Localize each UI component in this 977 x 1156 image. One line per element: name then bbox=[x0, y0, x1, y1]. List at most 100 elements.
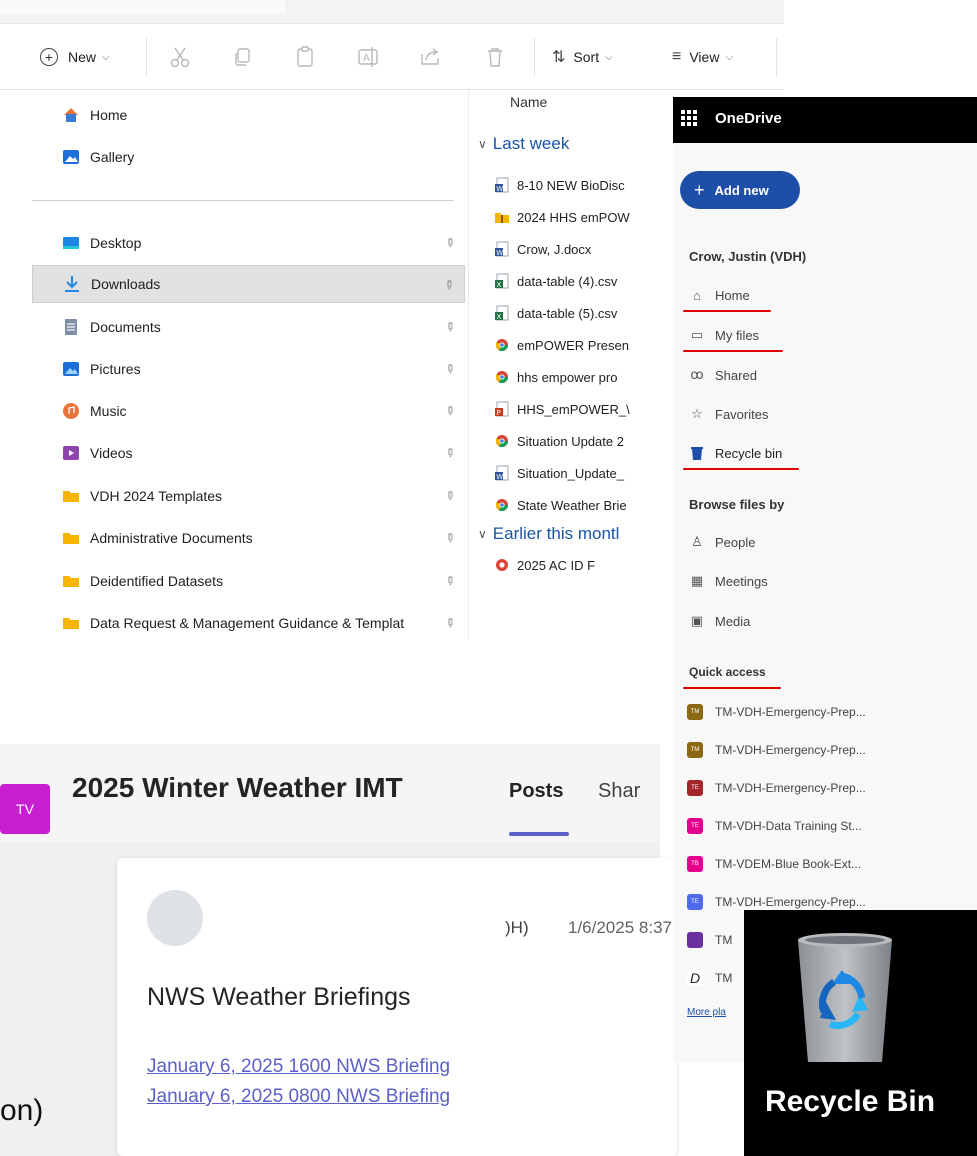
quick-access-item[interactable]: TB TM-VDEM-Blue Book-Ext... bbox=[687, 853, 861, 875]
file-row[interactable]: State Weather Brie bbox=[494, 494, 627, 516]
file-row[interactable]: X data-table (5).csv bbox=[494, 302, 617, 324]
file-row[interactable]: X data-table (4).csv bbox=[494, 270, 617, 292]
gallery-icon bbox=[63, 150, 79, 164]
text-fragment: on) bbox=[0, 1094, 44, 1127]
pictures-icon bbox=[63, 362, 79, 376]
pin-icon[interactable]: ✎ bbox=[441, 444, 458, 461]
column-header-name[interactable]: Name bbox=[510, 94, 547, 110]
pin-icon[interactable]: ✎ bbox=[441, 318, 458, 335]
more-places-link[interactable]: More pla bbox=[687, 1007, 726, 1018]
quick-access-item[interactable]: TE TM-VDH-Emergency-Prep... bbox=[687, 777, 866, 799]
onedrive-nav-home[interactable]: ⌂ Home bbox=[689, 283, 750, 307]
file-row[interactable]: 2025 AC ID F bbox=[494, 554, 595, 576]
briefing-link[interactable]: January 6, 2025 0800 NWS Briefing bbox=[147, 1086, 450, 1108]
nav-item-folder[interactable]: VDH 2024 Templates ✎ bbox=[32, 477, 465, 515]
toolbar-divider bbox=[776, 38, 777, 76]
desktop-icon bbox=[63, 237, 79, 249]
file-row[interactable]: W 8-10 NEW BioDisc bbox=[494, 174, 625, 196]
star-icon: ☆ bbox=[691, 406, 703, 421]
browse-meetings[interactable]: ▦ Meetings bbox=[689, 569, 768, 593]
file-row[interactable]: 2024 HHS emPOW bbox=[494, 206, 630, 228]
pin-icon[interactable]: ✎ bbox=[441, 487, 458, 504]
pin-icon[interactable]: ✎ bbox=[441, 614, 458, 631]
quick-access-item[interactable]: TM TM-VDH-Emergency-Prep... bbox=[687, 701, 866, 723]
app-launcher-icon[interactable] bbox=[681, 110, 697, 126]
browse-people[interactable]: ♙ People bbox=[689, 530, 755, 554]
onedrive-nav-favorites[interactable]: ☆ Favorites bbox=[689, 402, 768, 426]
nav-item-pictures[interactable]: Pictures ✎ bbox=[32, 350, 465, 388]
nav-item-folder[interactable]: Administrative Documents ✎ bbox=[32, 519, 465, 557]
nav-item-folder[interactable]: Deidentified Datasets ✎ bbox=[32, 562, 465, 600]
file-row[interactable]: W Crow, J.docx bbox=[494, 238, 591, 260]
chevron-down-icon: ⌵ bbox=[725, 51, 734, 63]
pin-icon[interactable]: ✎ bbox=[441, 402, 458, 419]
quick-access-item[interactable]: TM bbox=[687, 929, 732, 951]
svg-text:P: P bbox=[497, 409, 501, 417]
pane-splitter[interactable] bbox=[468, 90, 469, 640]
quick-access-item[interactable]: TM TM-VDH-Emergency-Prep... bbox=[687, 739, 866, 761]
sort-button[interactable]: ⇅ Sort ⌵ bbox=[552, 24, 613, 90]
delete-icon[interactable] bbox=[482, 44, 508, 70]
tab-posts[interactable]: Posts bbox=[509, 780, 563, 803]
onedrive-nav-shared[interactable]: ꝏ Shared bbox=[689, 363, 757, 387]
file-row[interactable]: emPOWER Presen bbox=[494, 334, 629, 356]
tab-shared[interactable]: Shar bbox=[598, 780, 640, 803]
rename-icon[interactable]: A bbox=[355, 44, 381, 70]
nav-item-documents[interactable]: Documents ✎ bbox=[32, 308, 465, 346]
file-name: HHS_emPOWER_\ bbox=[517, 401, 630, 417]
cut-icon[interactable] bbox=[167, 44, 193, 70]
user-name: Crow, Justin (VDH) bbox=[689, 249, 807, 264]
nav-item-folder[interactable]: Data Request & Management Guidance & Tem… bbox=[32, 604, 465, 640]
file-row[interactable]: hhs empower pro bbox=[494, 366, 617, 388]
folder-outline-icon: ▭ bbox=[690, 327, 704, 342]
nav-item-label: VDH 2024 Templates bbox=[90, 488, 223, 504]
team-avatar[interactable]: TV bbox=[0, 784, 50, 834]
add-new-button[interactable]: + Add new bbox=[680, 171, 800, 209]
pin-icon[interactable]: ✎ bbox=[441, 572, 458, 589]
browse-media[interactable]: ▣ Media bbox=[689, 609, 751, 633]
music-icon bbox=[63, 403, 79, 419]
nav-item-gallery[interactable]: Gallery bbox=[32, 138, 465, 176]
folder-icon bbox=[63, 618, 79, 629]
pin-icon[interactable]: ✎ bbox=[441, 529, 458, 546]
group-header-earlier-this-month[interactable]: ∨ Earlier this montl bbox=[478, 524, 619, 544]
onedrive-nav-label: Home bbox=[715, 287, 750, 303]
quick-access-item[interactable]: TE TM-VDH-Data Training St... bbox=[687, 815, 862, 837]
nav-item-home[interactable]: Home bbox=[32, 96, 465, 134]
onedrive-nav-my-files[interactable]: ▭ My files bbox=[689, 323, 759, 347]
copy-icon[interactable] bbox=[230, 44, 256, 70]
view-button[interactable]: ≡ View ⌵ bbox=[672, 24, 733, 90]
desktop-recycle-bin[interactable]: Recycle Bin bbox=[744, 910, 977, 1156]
file-name: data-table (5).csv bbox=[517, 305, 618, 321]
briefing-link[interactable]: January 6, 2025 1600 NWS Briefing bbox=[147, 1056, 450, 1078]
onedrive-nav-recycle-bin[interactable]: Recycle bin bbox=[689, 441, 782, 465]
pin-icon[interactable]: ✎ bbox=[441, 234, 458, 251]
avatar[interactable] bbox=[147, 890, 203, 946]
quick-access-item[interactable]: D TM bbox=[687, 967, 732, 989]
nav-item-music[interactable]: Music ✎ bbox=[32, 392, 465, 430]
team-square-icon bbox=[687, 932, 703, 948]
pin-icon[interactable]: ✎ bbox=[440, 276, 457, 293]
teams-channel-header: TV 2025 Winter Weather IMT Posts Shar bbox=[0, 744, 660, 842]
nav-item-downloads[interactable]: Downloads ✎ bbox=[32, 265, 465, 303]
pin-icon[interactable]: ✎ bbox=[441, 360, 458, 377]
file-row[interactable]: Situation Update 2 bbox=[494, 430, 624, 452]
download-icon bbox=[65, 276, 79, 292]
quick-access-label: TM-VDH-Emergency-Prep... bbox=[715, 705, 866, 719]
nav-item-desktop[interactable]: Desktop ✎ bbox=[32, 224, 465, 262]
onedrive-nav-label: My files bbox=[715, 327, 760, 343]
new-button[interactable]: + New ⌵ bbox=[40, 24, 110, 90]
chevron-down-icon: ∨ bbox=[478, 137, 487, 151]
file-row[interactable]: P HHS_emPOWER_\ bbox=[494, 398, 630, 420]
quick-access-label: TM-VDH-Data Training St... bbox=[715, 819, 862, 833]
file-explorer-window: + New ⌵ A ⇅ Sort ⌵ ≡ View ⌵ Home Gallery… bbox=[0, 0, 784, 640]
videos-icon bbox=[63, 446, 79, 460]
share-icon[interactable] bbox=[417, 44, 443, 70]
nav-item-videos[interactable]: Videos ✎ bbox=[32, 434, 465, 472]
file-row[interactable]: W Situation_Update_ bbox=[494, 462, 624, 484]
app-title: OneDrive bbox=[715, 110, 782, 127]
paste-icon[interactable] bbox=[292, 44, 318, 70]
group-header-last-week[interactable]: ∨ Last week bbox=[478, 134, 569, 154]
word-doc-icon: W bbox=[495, 465, 509, 481]
post-card: )H) 1/6/2025 8:37 A NWS Weather Briefing… bbox=[117, 858, 687, 1156]
